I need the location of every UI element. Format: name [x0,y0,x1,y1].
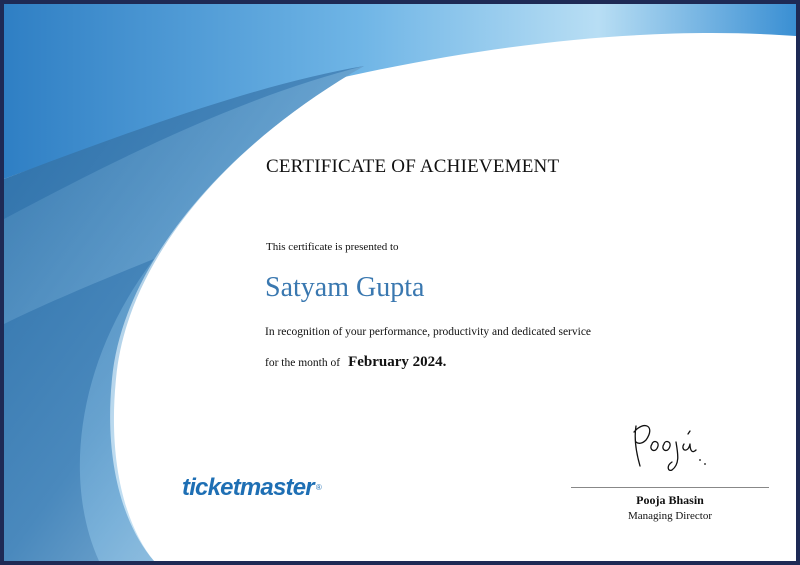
recognition-text: In recognition of your performance, prod… [265,326,592,338]
ticketmaster-logo: ticketmaster ® [182,474,322,502]
signature-line [571,487,769,488]
signatory-name: Pooja Bhasin [636,493,704,507]
recipient-name: Satyam Gupta [265,272,425,303]
month-line: for the month of February 2024. [265,353,446,371]
signatory-role: Managing Director [628,510,712,522]
registered-mark: ® [315,483,322,492]
logo-wordmark: ticketmaster [182,474,315,501]
handwritten-signature [633,424,706,472]
month-prefix: for the month of [265,357,341,369]
presented-to-text: This certificate is presented to [266,241,399,253]
month-value: February 2024. [348,354,447,370]
certificate: CERTIFICATE OF ACHIEVEMENT This certific… [0,0,800,565]
certificate-title: CERTIFICATE OF ACHIEVEMENT [266,156,560,177]
